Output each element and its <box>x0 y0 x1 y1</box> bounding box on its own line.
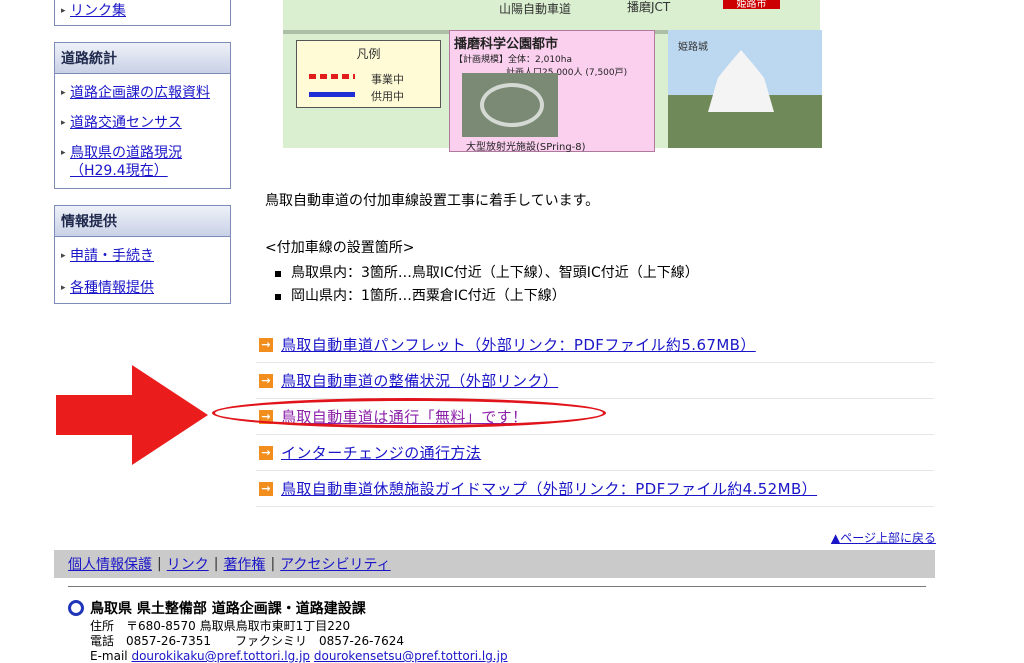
link-row-status[interactable]: → 鳥取自動車道の整備状況（外部リンク） <box>256 363 934 399</box>
himeji-city-tag: 姫路市 <box>723 0 780 10</box>
organization-name: 鳥取県 県土整備部 道路企画課・道路建設課 <box>68 598 366 618</box>
sidebar-box-road-stats: 道路統計 道路企画課の広報資料 道路交通センサス 鳥取県の道路現況（H29.4現… <box>54 42 231 189</box>
legend-service-label: 供用中 <box>371 90 404 103</box>
box-title-info: 情報提供 <box>55 206 230 237</box>
sidebar-item-link-collection[interactable]: リンク集 <box>61 2 230 20</box>
email-label: E-mail <box>90 649 128 663</box>
science-city-title: 播磨科学公園都市 <box>454 37 559 52</box>
link-status[interactable]: 鳥取自動車道の整備状況（外部リンク） <box>281 370 558 391</box>
sidebar-box-info: 情報提供 申請・手続き 各種情報提供 <box>54 205 231 304</box>
map-legend: 凡例 事業中 供用中 <box>296 40 441 108</box>
address-line: 住所 〒680-8570 鳥取県鳥取市東町1丁目220 <box>90 619 351 633</box>
sidebar: リンク集 道路統計 道路企画課の広報資料 道路交通センサス 鳥取県の道路現況（H… <box>54 0 231 304</box>
lane-locations-list: 鳥取県内：3箇所…鳥取IC付近（上下線）、智頭IC付近（上下線） 岡山県内：1箇… <box>275 262 699 308</box>
arrow-right-icon: → <box>259 337 273 352</box>
arrow-right-icon: → <box>259 445 273 460</box>
sidebar-item-application[interactable]: 申請・手続き <box>61 247 230 265</box>
footer-divider <box>68 586 926 587</box>
sidebar-item-various-info[interactable]: 各種情報提供 <box>61 279 230 297</box>
link-row-rest-area-map[interactable]: → 鳥取自動車道休憩施設ガイドマップ（外部リンク：PDFファイル約4.52MB） <box>256 471 934 507</box>
footer-link-accessibility[interactable]: アクセシビリティ <box>280 554 390 574</box>
footer-links: 個人情報保護 | リンク | 著作権 | アクセシビリティ <box>54 550 935 578</box>
legend-title: 凡例 <box>356 47 381 61</box>
email-link-kikaku[interactable]: dourokikaku@pref.tottori.lg.jp <box>131 649 310 663</box>
list-item: 岡山県内：1箇所…西粟倉IC付近（上下線） <box>275 285 699 308</box>
castle-label: 姫路城 <box>678 42 708 53</box>
sidebar-box-links: リンク集 <box>54 0 231 26</box>
spring8-photo <box>462 73 558 137</box>
lane-locations-title: <付加車線の設置箇所> <box>265 240 415 256</box>
email-line: E-mail dourokikaku@pref.tottori.lg.jp do… <box>90 649 508 663</box>
red-arrow-annotation <box>56 365 208 465</box>
sidebar-item-census[interactable]: 道路交通センサス <box>61 114 230 132</box>
list-item: 鳥取県内：3箇所…鳥取IC付近（上下線）、智頭IC付近（上下線） <box>275 262 699 285</box>
sidebar-item-pr[interactable]: 道路企画課の広報資料 <box>61 84 230 102</box>
legend-construction-label: 事業中 <box>371 73 404 86</box>
contact-address: 住所 〒680-8570 鳥取県鳥取市東町1丁目220 電話 0857-26-7… <box>90 619 508 663</box>
sidebar-item-road-status[interactable]: 鳥取県の道路現況（H29.4現在） <box>61 144 230 180</box>
science-city-line1: 【計画規模】全体：2,010ha <box>454 55 572 65</box>
footer-link-copyright[interactable]: 著作権 <box>223 554 265 574</box>
himeji-castle-photo: 姫路城 <box>668 30 822 148</box>
footer-link-privacy[interactable]: 個人情報保護 <box>68 554 152 574</box>
castle-shape <box>708 50 774 112</box>
spring8-caption: 大型放射光施設(SPring-8) <box>466 142 586 153</box>
intro-text: 鳥取自動車道の付加車線設置工事に着手しています。 <box>265 193 600 209</box>
arrow-right-icon: → <box>259 481 273 496</box>
link-row-interchange[interactable]: → インターチェンジの通行方法 <box>256 435 934 471</box>
legend-service-swatch <box>309 92 355 97</box>
link-interchange[interactable]: インターチェンジの通行方法 <box>281 442 481 463</box>
footer-separator: | <box>270 556 276 572</box>
footer-separator: | <box>213 556 219 572</box>
email-link-kensetsu[interactable]: dourokensetsu@pref.tottori.lg.jp <box>314 649 508 663</box>
phone-line: 電話 0857-26-7351 ファクシミリ 0857-26-7624 <box>90 634 405 648</box>
link-pamphlet[interactable]: 鳥取自動車道パンフレット（外部リンク：PDFファイル約5.67MB） <box>281 334 756 355</box>
science-city-card: 播磨科学公園都市 【計画規模】全体：2,010ha 計画人口25,000人 (7… <box>449 30 655 153</box>
map-jct-label: 播磨JCT <box>627 0 671 14</box>
highlight-ellipse <box>212 398 606 428</box>
link-row-pamphlet[interactable]: → 鳥取自動車道パンフレット（外部リンク：PDFファイル約5.67MB） <box>256 327 934 363</box>
organization-label: 鳥取県 県土整備部 道路企画課・道路建設課 <box>90 601 366 617</box>
footer-link-links[interactable]: リンク <box>167 554 209 574</box>
footer-separator: | <box>157 556 162 572</box>
box-title-road-stats: 道路統計 <box>55 43 230 74</box>
tottori-logo-icon <box>68 600 84 616</box>
legend-construction-swatch <box>309 74 355 79</box>
arrow-right-icon: → <box>259 373 273 388</box>
link-rest-area-map[interactable]: 鳥取自動車道休憩施設ガイドマップ（外部リンク：PDFファイル約4.52MB） <box>281 478 817 499</box>
map-road-label: 山陽自動車道 <box>499 2 572 16</box>
page-top-link[interactable]: ▲ページ上部に戻る <box>831 529 936 546</box>
